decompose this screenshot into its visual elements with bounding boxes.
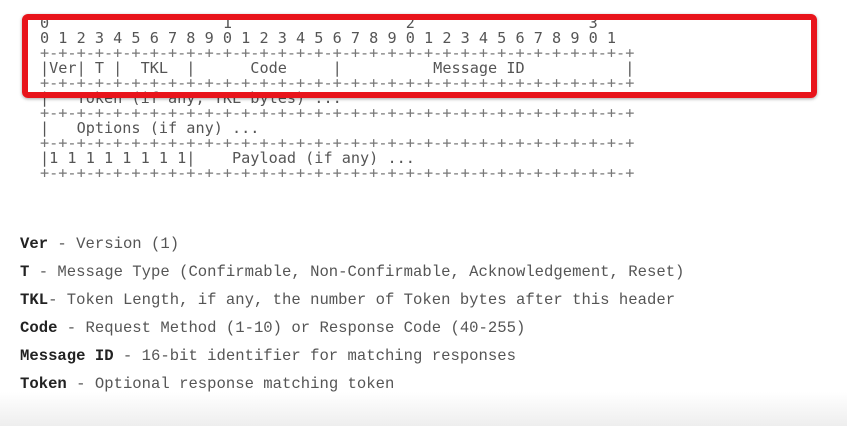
legend-desc: - 16-bit identifier for matching respons… xyxy=(113,347,516,365)
row-border-bottom: +-+-+-+-+-+-+-+-+-+-+-+-+-+-+-+-+-+-+-+-… xyxy=(40,164,635,182)
legend-item-ver: Ver - Version (1) xyxy=(20,230,684,258)
field-legend: Ver - Version (1) T - Message Type (Conf… xyxy=(20,230,684,398)
legend-desc: - Message Type (Confirmable, Non-Confirm… xyxy=(29,263,685,281)
legend-desc: - Token Length, if any, the number of To… xyxy=(48,291,676,309)
legend-term: T xyxy=(20,263,30,281)
legend-term: TKL xyxy=(20,291,49,309)
legend-term: Code xyxy=(20,319,58,337)
legend-desc: - Request Method (1-10) or Response Code… xyxy=(57,319,526,337)
legend-term: Message ID xyxy=(20,347,114,365)
legend-item-t: T - Message Type (Confirmable, Non-Confi… xyxy=(20,258,684,286)
legend-term: Ver xyxy=(20,235,49,253)
legend-desc: - Version (1) xyxy=(48,235,180,253)
bottom-shading xyxy=(0,392,847,426)
legend-term: Token xyxy=(20,375,67,393)
header-highlight-box xyxy=(22,14,817,98)
legend-item-code: Code - Request Method (1-10) or Response… xyxy=(20,314,684,342)
legend-item-tkl: TKL- Token Length, if any, the number of… xyxy=(20,286,684,314)
legend-desc: - Optional response matching token xyxy=(66,375,395,393)
legend-item-message-id: Message ID - 16-bit identifier for match… xyxy=(20,342,684,370)
